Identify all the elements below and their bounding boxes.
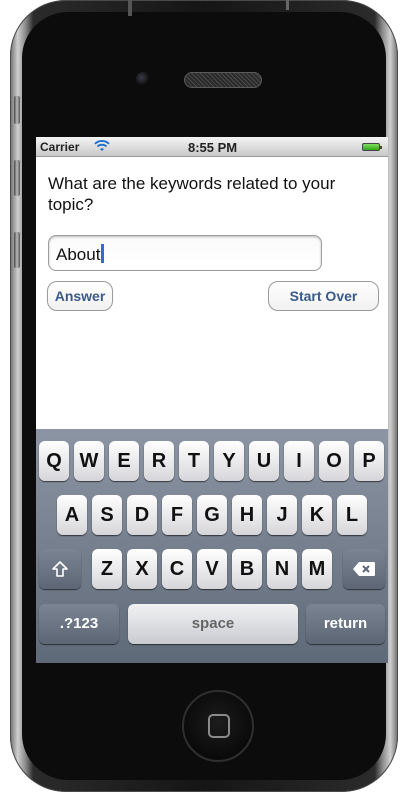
- status-bar: Carrier 8:55 PM: [36, 137, 388, 157]
- question-label: What are the keywords related to your to…: [48, 174, 336, 214]
- key-n[interactable]: N: [267, 549, 297, 589]
- key-e[interactable]: E: [109, 441, 139, 481]
- start-over-button[interactable]: Start Over: [268, 281, 379, 311]
- wifi-icon: [94, 140, 110, 151]
- on-screen-keyboard: Q W E R T Y U I O P A S D F G H J K L Z …: [36, 429, 388, 663]
- delete-key[interactable]: [343, 549, 385, 589]
- key-c[interactable]: C: [162, 549, 192, 589]
- key-g[interactable]: G: [197, 495, 227, 535]
- key-h[interactable]: H: [232, 495, 262, 535]
- key-u[interactable]: U: [249, 441, 279, 481]
- key-s[interactable]: S: [92, 495, 122, 535]
- key-b[interactable]: B: [232, 549, 262, 589]
- top-edge-mark: [286, 0, 289, 10]
- key-l[interactable]: L: [337, 495, 367, 535]
- return-key[interactable]: return: [306, 604, 385, 644]
- key-k[interactable]: K: [302, 495, 332, 535]
- key-w[interactable]: W: [74, 441, 104, 481]
- volume-down-button: [14, 232, 20, 268]
- shift-key[interactable]: [39, 549, 81, 589]
- key-q[interactable]: Q: [39, 441, 69, 481]
- delete-icon: [353, 562, 375, 577]
- top-edge-mark: [128, 0, 132, 16]
- keyword-input-value: About: [56, 244, 105, 265]
- space-key[interactable]: space: [128, 604, 298, 644]
- key-o[interactable]: O: [319, 441, 349, 481]
- key-a[interactable]: A: [57, 495, 87, 535]
- key-p[interactable]: P: [354, 441, 384, 481]
- key-y[interactable]: Y: [214, 441, 244, 481]
- key-f[interactable]: F: [162, 495, 192, 535]
- key-z[interactable]: Z: [92, 549, 122, 589]
- app-screen: Carrier 8:55 PM What are the keywords re…: [36, 137, 388, 663]
- silent-switch: [14, 96, 20, 124]
- volume-up-button: [14, 160, 20, 196]
- answer-button[interactable]: Answer: [47, 281, 113, 311]
- carrier-label: Carrier: [40, 140, 80, 154]
- key-i[interactable]: I: [284, 441, 314, 481]
- key-d[interactable]: D: [127, 495, 157, 535]
- earpiece-speaker: [184, 72, 262, 88]
- key-x[interactable]: X: [127, 549, 157, 589]
- key-m[interactable]: M: [302, 549, 332, 589]
- keyword-input-field[interactable]: About: [48, 235, 322, 271]
- shift-icon: [52, 561, 68, 577]
- status-time: 8:55 PM: [188, 140, 238, 155]
- home-glyph-icon: [208, 714, 230, 738]
- key-j[interactable]: J: [267, 495, 297, 535]
- front-camera: [136, 72, 150, 86]
- key-t[interactable]: T: [179, 441, 209, 481]
- key-v[interactable]: V: [197, 549, 227, 589]
- battery-icon: [362, 143, 382, 151]
- key-r[interactable]: R: [144, 441, 174, 481]
- home-button[interactable]: [182, 690, 254, 762]
- text-cursor: [101, 244, 105, 263]
- numbers-mode-key[interactable]: .?123: [39, 604, 119, 644]
